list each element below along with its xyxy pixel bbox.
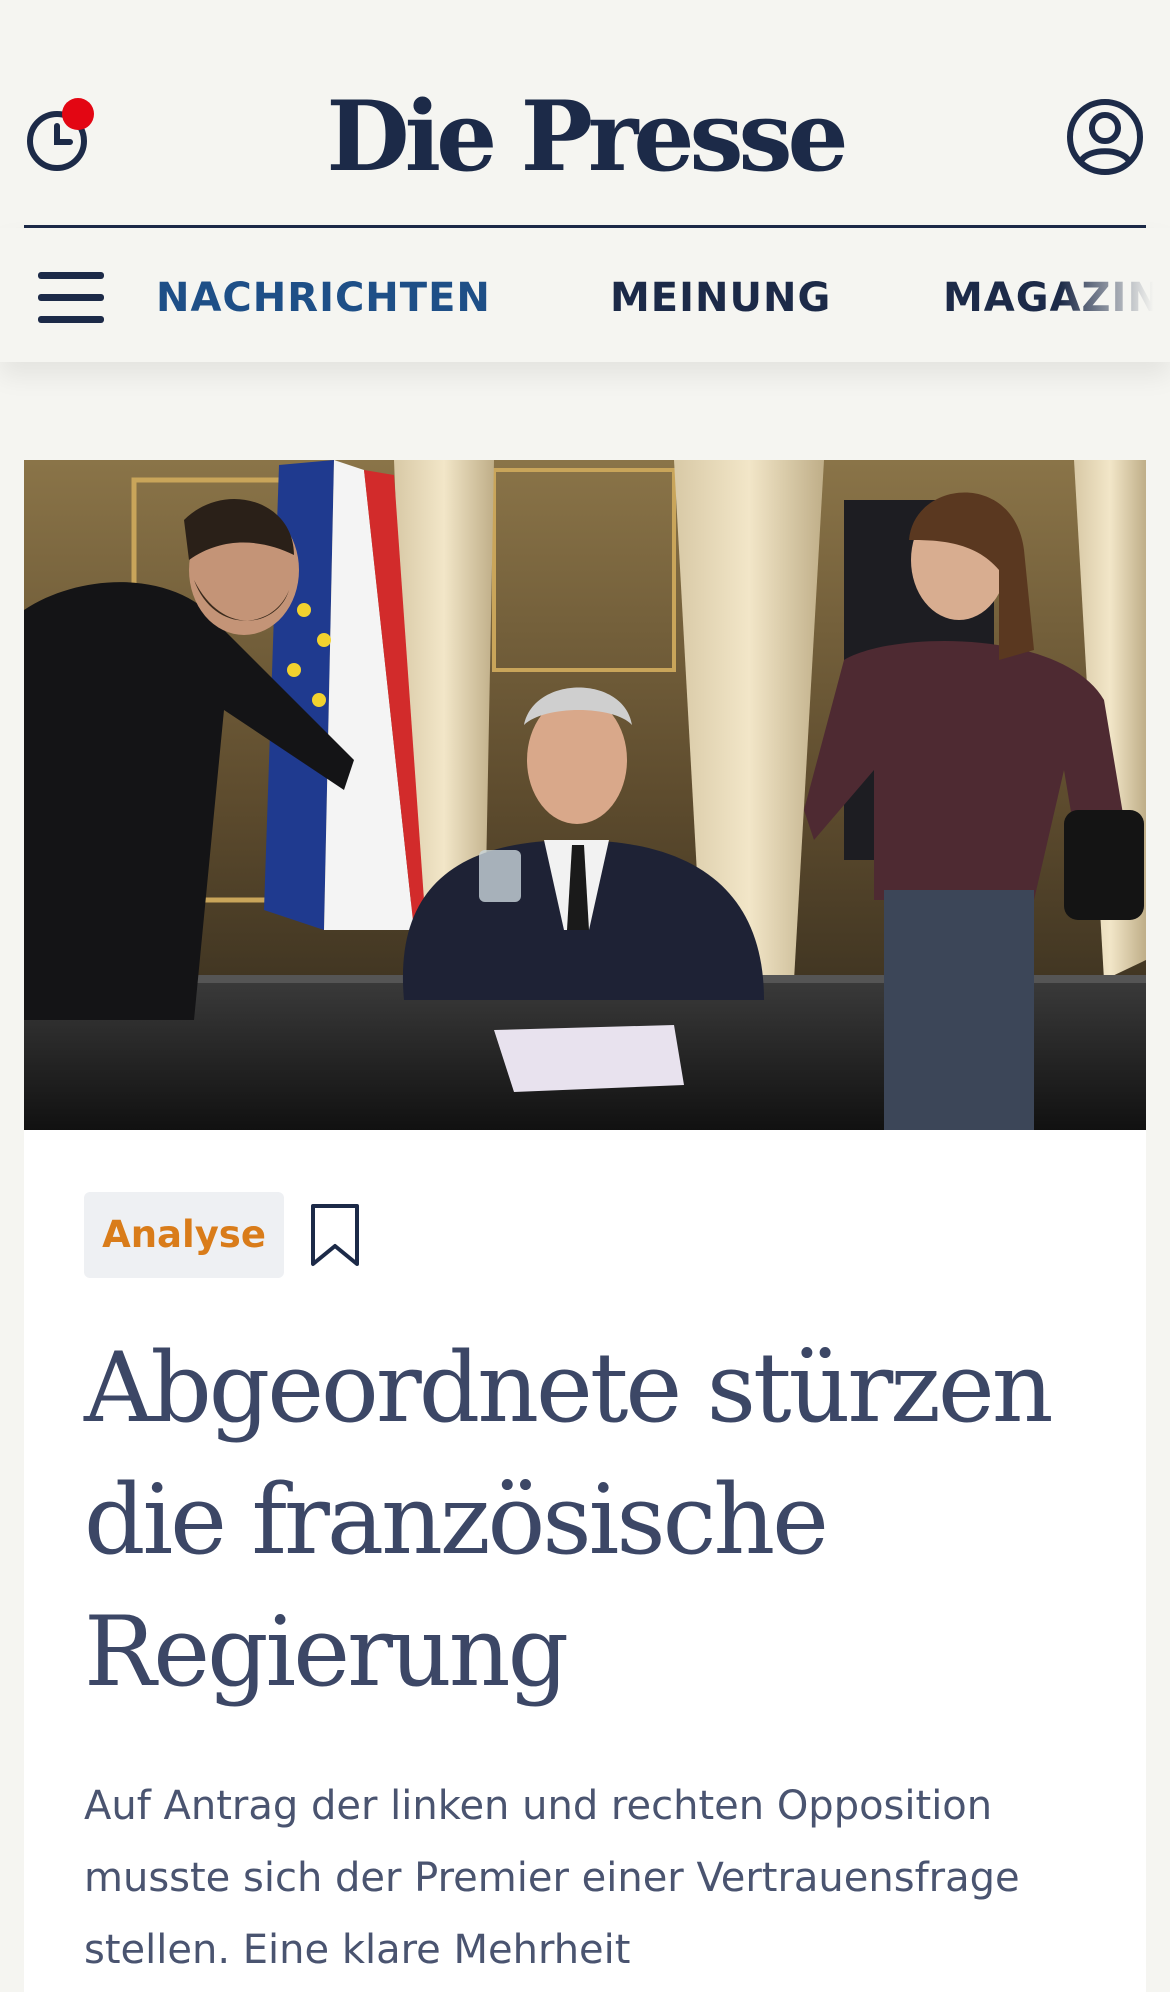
section-nav: NACHRICHTEN MEINUNG MAGAZIN — [0, 228, 1170, 362]
bookmark-icon — [311, 1204, 359, 1266]
article-card[interactable]: Analyse Abgeordnete stürzen die französi… — [24, 460, 1146, 1992]
article-hero-image[interactable] — [24, 460, 1146, 1130]
account-button[interactable] — [1066, 98, 1144, 176]
article-lead: Auf Antrag der linken und rechten Opposi… — [84, 1783, 1020, 1973]
nav-item-nachrichten[interactable]: NACHRICHTEN — [156, 270, 491, 326]
article-headline[interactable]: Abgeordnete stürzen die französische Reg… — [84, 1322, 1104, 1718]
nav-scroll-fade — [1060, 228, 1170, 362]
hamburger-menu-icon[interactable] — [38, 270, 106, 326]
bookmark-button[interactable] — [308, 1202, 362, 1268]
article-category-tag[interactable]: Analyse — [84, 1192, 284, 1278]
user-account-icon — [1067, 99, 1143, 175]
nav-item-meinung[interactable]: MEINUNG — [610, 270, 831, 326]
brand-logo[interactable]: Die Presse — [0, 82, 1170, 192]
